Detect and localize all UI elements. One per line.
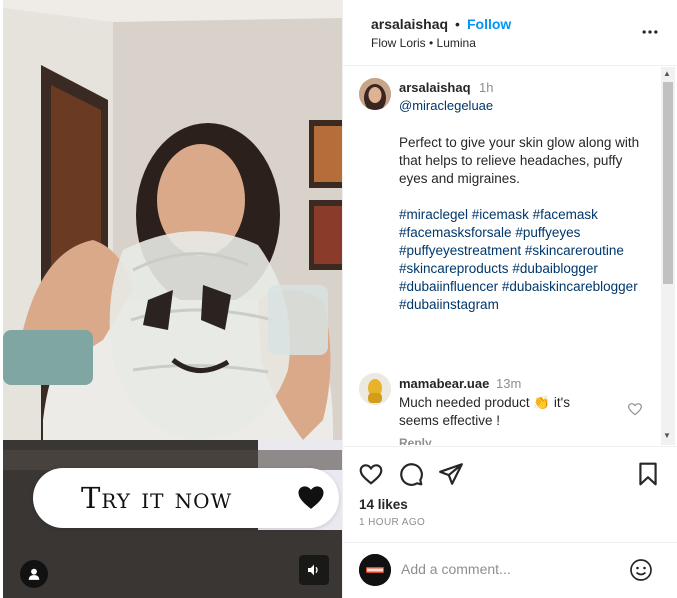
hashtag-link[interactable]: #icemask <box>472 207 529 222</box>
add-comment-bar <box>343 542 677 598</box>
post-media[interactable]: Try it now <box>3 0 342 598</box>
emoji-icon[interactable] <box>629 558 653 582</box>
heart-icon[interactable] <box>296 482 326 512</box>
hashtag-link[interactable]: #dubaiblogger <box>512 261 598 276</box>
user-tag-icon <box>28 568 40 580</box>
caption-mention-link[interactable]: @miraclegeluae <box>399 98 493 113</box>
audio-track-link[interactable]: Flow Loris • Lumina <box>371 36 476 50</box>
sound-toggle-button[interactable] <box>299 555 329 585</box>
comment-username[interactable]: mamabear.uae <box>399 376 489 391</box>
post-details-panel: arsalaishaq • Follow Flow Loris • Lumina… <box>342 0 677 598</box>
hashtag-link[interactable]: #puffyeyestreatment <box>399 243 521 258</box>
hashtag-link[interactable]: #facemasksforsale <box>399 225 512 240</box>
user-tag-button[interactable] <box>20 560 48 588</box>
comment-text: Much needed product 👏 it's seems effecti… <box>399 395 570 428</box>
post-header: arsalaishaq • Follow Flow Loris • Lumina <box>343 0 677 66</box>
avatar[interactable] <box>359 78 391 110</box>
comment-icon[interactable] <box>398 461 424 487</box>
hashtag-link[interactable]: #dubaiinfluencer <box>399 279 498 294</box>
share-icon[interactable] <box>438 461 464 487</box>
caption-text: Perfect to give your skin glow along wit… <box>399 135 640 186</box>
likes-count[interactable]: 14 likes <box>359 497 408 512</box>
try-it-now-banner[interactable]: Try it now <box>33 468 339 528</box>
post-actions: 14 likes 1 HOUR AGO <box>343 446 677 542</box>
hashtag-link[interactable]: #puffyeyes <box>515 225 580 240</box>
save-icon[interactable] <box>635 461 661 487</box>
scroll-down-arrow-icon[interactable]: ▼ <box>663 431 671 440</box>
hashtag-link[interactable]: #miraclegel <box>399 207 468 222</box>
like-icon[interactable] <box>358 461 384 487</box>
post-timestamp: 1 HOUR AGO <box>359 517 426 528</box>
cta-label: Try it now <box>81 481 233 515</box>
hashtag-link[interactable]: #facemask <box>533 207 598 222</box>
avatar <box>359 554 391 586</box>
comment-time: 13m <box>496 376 522 391</box>
avatar[interactable] <box>359 373 391 405</box>
reply-button[interactable]: Reply <box>399 436 432 445</box>
comment-input[interactable] <box>401 557 621 581</box>
caption-time: 1h <box>479 80 494 95</box>
more-options-icon[interactable] <box>639 22 661 42</box>
header-separator: • <box>455 16 460 32</box>
hashtag-link[interactable]: #dubaiskincareblogger <box>502 279 638 294</box>
comment-like-icon[interactable] <box>627 401 643 417</box>
hashtag-link[interactable]: #skincareroutine <box>525 243 624 258</box>
comments-section[interactable]: arsalaishaq 1h @miraclegeluae Perfect to… <box>343 67 677 445</box>
speaker-icon <box>308 564 318 576</box>
caption-hashtags: #miraclegel #icemask #facemask #facemask… <box>399 206 655 314</box>
caption-username[interactable]: arsalaishaq <box>399 80 471 95</box>
scrollbar-thumb[interactable] <box>663 82 673 284</box>
scroll-up-arrow-icon[interactable]: ▲ <box>663 69 671 78</box>
hashtag-link[interactable]: #skincareproducts <box>399 261 509 276</box>
header-username[interactable]: arsalaishaq <box>371 16 448 32</box>
follow-button[interactable]: Follow <box>467 16 511 32</box>
hashtag-link[interactable]: #dubaiinstagram <box>399 297 499 312</box>
